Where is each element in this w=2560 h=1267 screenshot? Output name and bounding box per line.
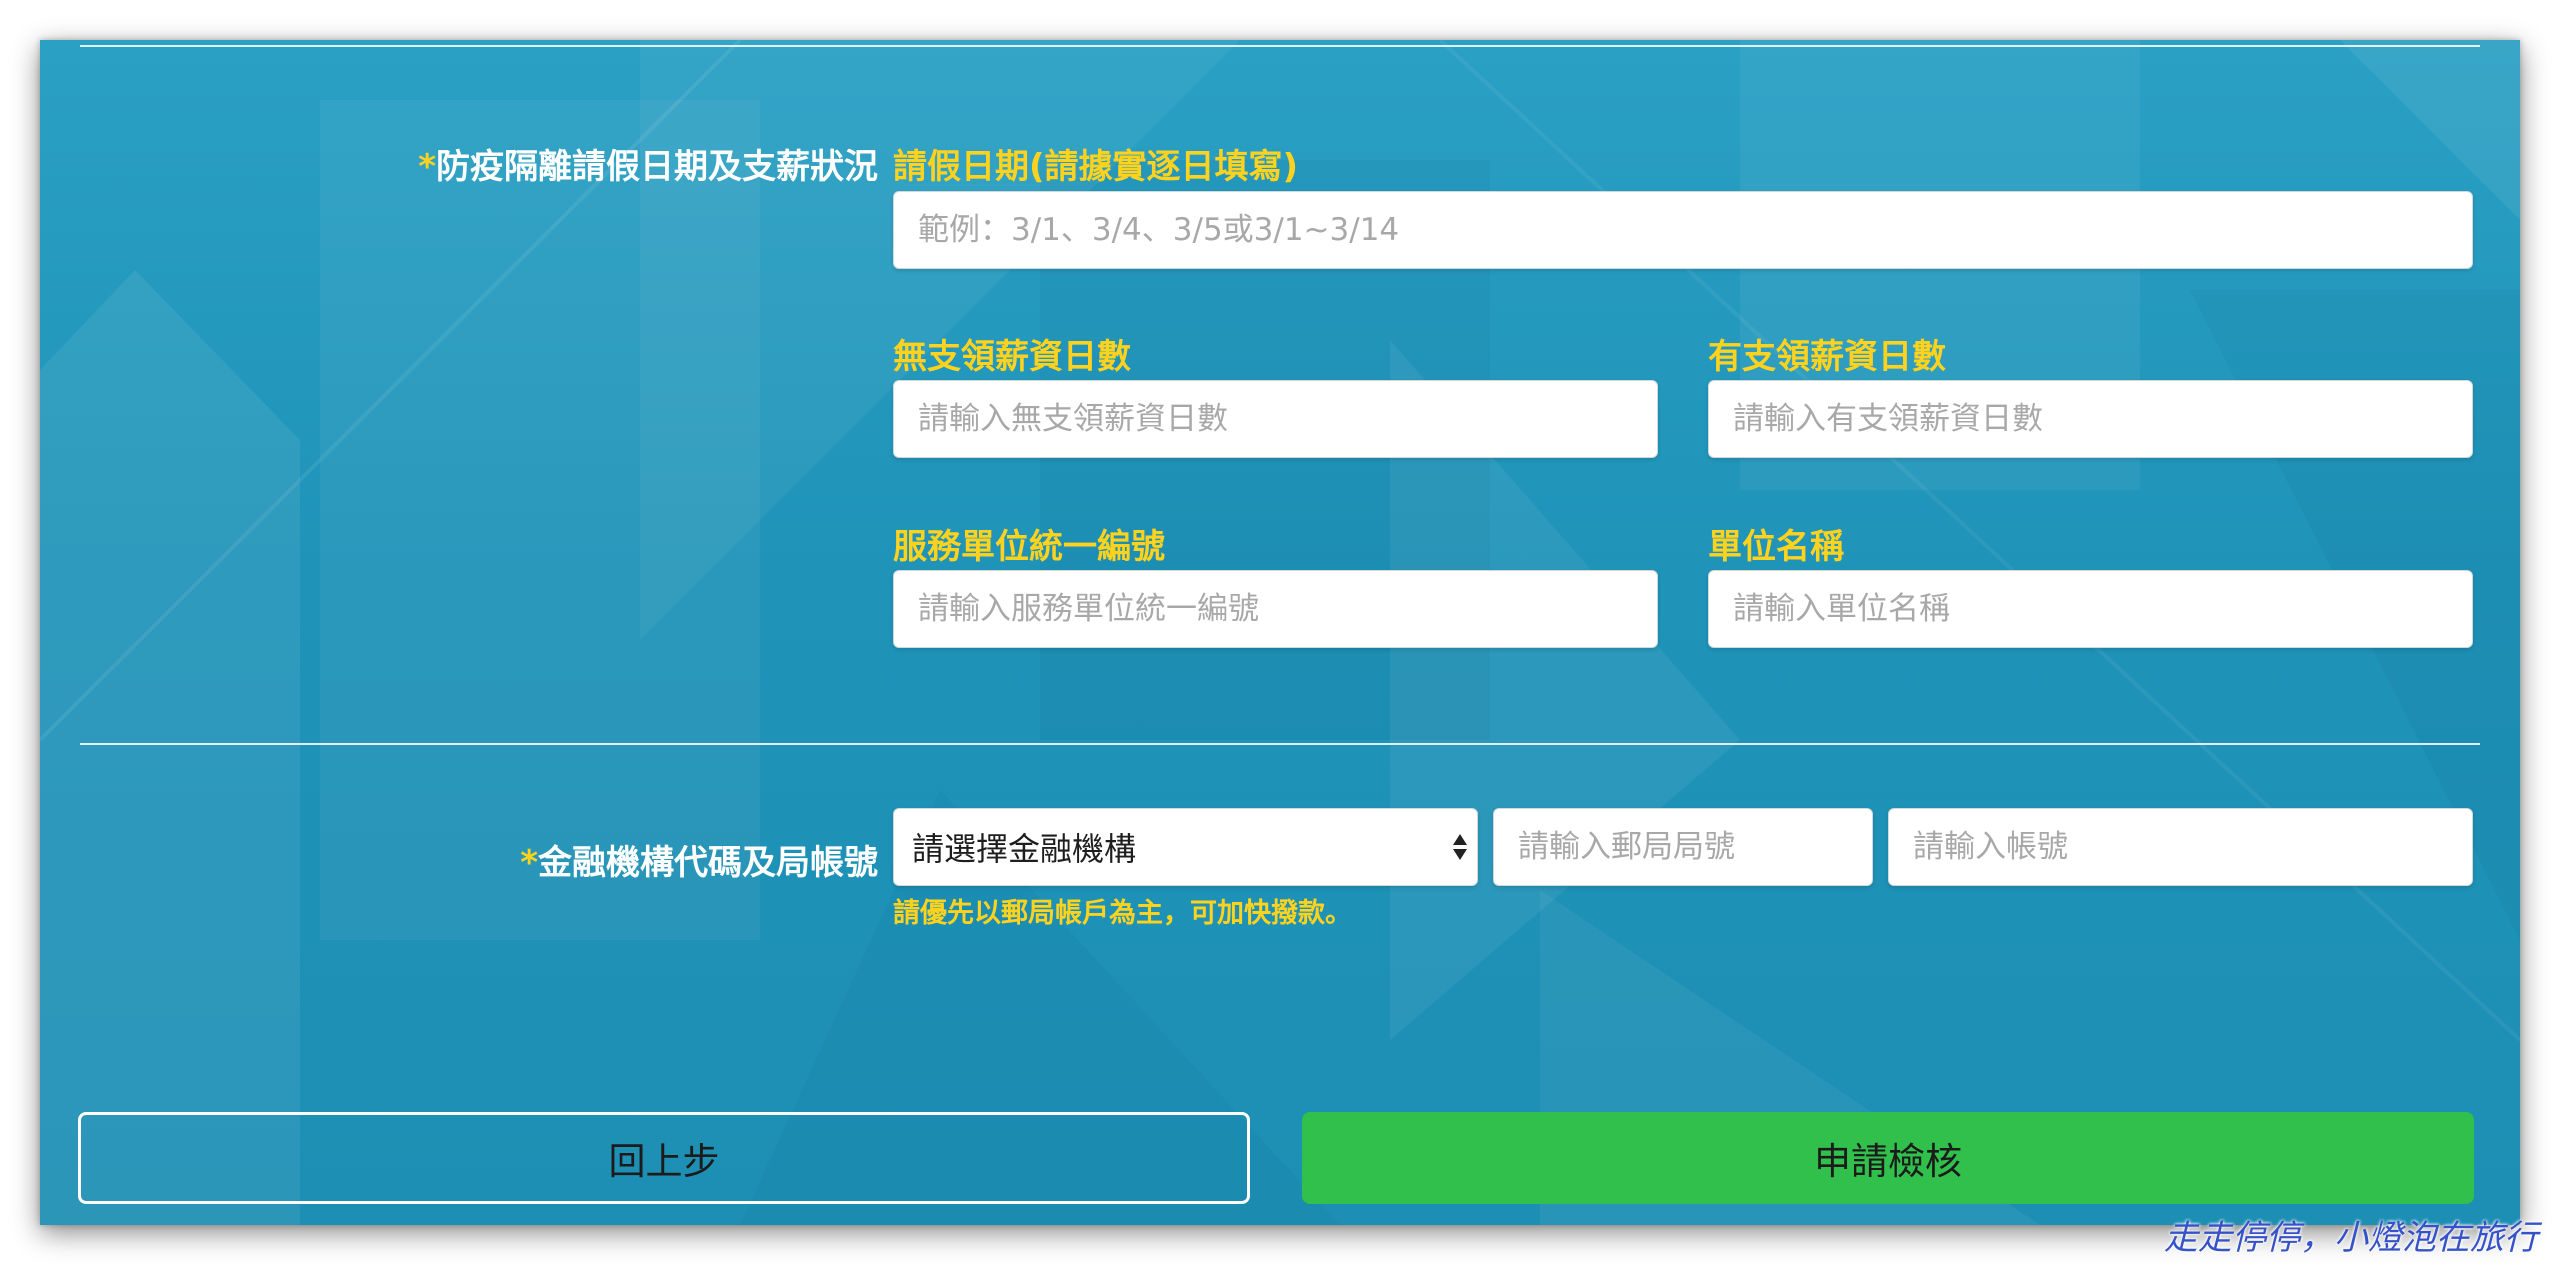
employer-name-label: 單位名稱 xyxy=(1708,527,1844,567)
financial-institution-select[interactable]: 請選擇金融機構 xyxy=(893,808,1478,886)
submit-review-button[interactable]: 申請檢核 xyxy=(1302,1112,2474,1204)
required-star: * xyxy=(520,843,538,883)
bank-hint-text: 請優先以郵局帳戶為主，可加快撥款。 xyxy=(893,898,1352,929)
bank-section-label-text: 金融機構代碼及局帳號 xyxy=(538,843,878,883)
back-button[interactable]: 回上步 xyxy=(78,1112,1250,1204)
leave-dates-input[interactable] xyxy=(893,191,2473,269)
select-updown-icon xyxy=(1453,834,1467,860)
bank-section-label: *金融機構代碼及局帳號 xyxy=(520,846,878,880)
leave-section-label: *防疫隔離請假日期及支薪狀況 xyxy=(418,150,878,184)
account-number-input[interactable] xyxy=(1888,808,2473,886)
unpaid-days-input[interactable] xyxy=(893,380,1658,458)
back-button-label: 回上步 xyxy=(608,1140,720,1183)
blog-watermark: 走走停停，小燈泡在旅行 xyxy=(2164,1218,2538,1258)
employer-id-label: 服務單位統一編號 xyxy=(893,527,1165,567)
post-office-branch-input[interactable] xyxy=(1493,808,1873,886)
employer-id-input[interactable] xyxy=(893,570,1658,648)
unpaid-days-label: 無支領薪資日數 xyxy=(893,337,1131,377)
paid-days-label: 有支領薪資日數 xyxy=(1708,337,1946,377)
required-star: * xyxy=(418,147,436,187)
leave-dates-label: 請假日期(請據實逐日填寫) xyxy=(893,147,1299,187)
financial-institution-select-value: 請選擇金融機構 xyxy=(912,830,1137,868)
top-divider xyxy=(80,45,2480,47)
submit-review-button-label: 申請檢核 xyxy=(1814,1140,1962,1183)
employer-name-input[interactable] xyxy=(1708,570,2473,648)
leave-section-label-text: 防疫隔離請假日期及支薪狀況 xyxy=(436,147,878,187)
section-divider xyxy=(80,743,2480,745)
form-panel: *防疫隔離請假日期及支薪狀況 請假日期(請據實逐日填寫) 無支領薪資日數 有支領… xyxy=(40,40,2520,1225)
paid-days-input[interactable] xyxy=(1708,380,2473,458)
